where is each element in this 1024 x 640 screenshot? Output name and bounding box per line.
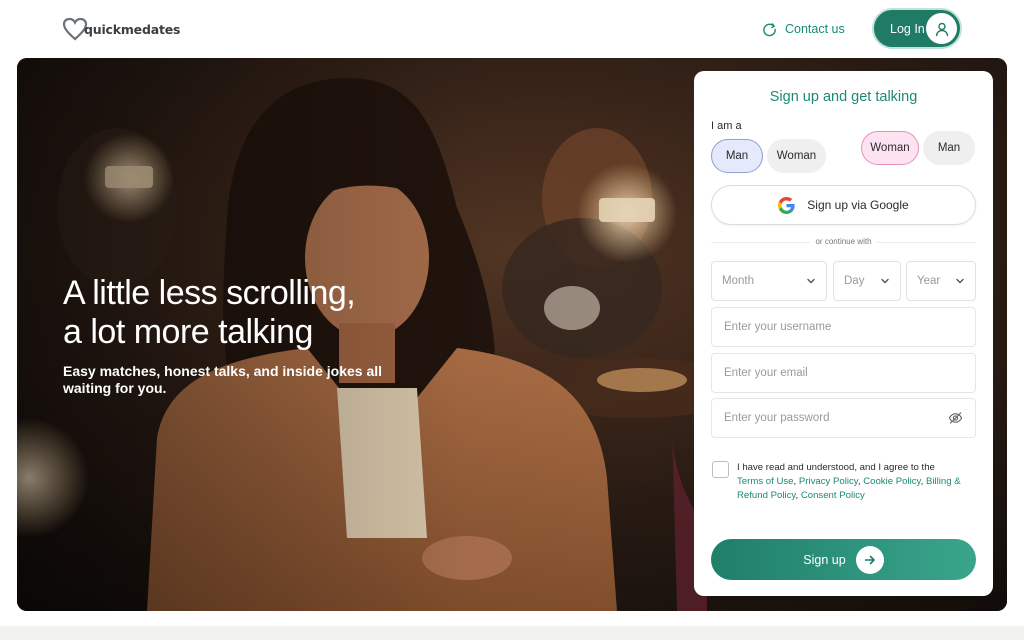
signup-button[interactable]: Sign up: [711, 539, 976, 580]
terms-checkbox[interactable]: [712, 461, 729, 478]
password-input[interactable]: [724, 412, 948, 424]
birth-month-select[interactable]: Month: [711, 261, 827, 301]
gender-self-woman[interactable]: Woman: [767, 139, 826, 173]
site-header: quickmedates Contact us Log In: [0, 0, 1024, 58]
terms-text: I have read and understood, and I agree …: [737, 462, 961, 501]
hero-title-line1: A little less scrolling,: [63, 274, 356, 312]
password-field[interactable]: [711, 398, 976, 438]
birth-year-placeholder: Year: [917, 275, 941, 287]
iam-label: I am a: [711, 120, 742, 132]
gender-seek-man[interactable]: Man: [923, 131, 975, 165]
terms-of-use-link[interactable]: Terms of Use: [737, 476, 794, 487]
arrow-right-icon: [855, 545, 884, 574]
gender-self-man[interactable]: Man: [711, 139, 763, 173]
birth-year-select[interactable]: Year: [906, 261, 976, 301]
birth-day-select[interactable]: Day: [833, 261, 901, 301]
hero-subtitle: Easy matches, honest talks, and inside j…: [63, 363, 383, 396]
google-signup-label: Sign up via Google: [807, 198, 909, 212]
username-input[interactable]: [724, 321, 963, 333]
chevron-down-icon: [956, 278, 964, 284]
user-icon: [926, 13, 957, 44]
consent-policy-link[interactable]: Consent Policy: [801, 490, 865, 501]
email-field[interactable]: [711, 353, 976, 393]
divider-text: or continue with: [694, 237, 993, 246]
cookie-policy-link[interactable]: Cookie Policy: [863, 476, 920, 487]
signup-card: Sign up and get talking I am a Man Woman…: [694, 71, 993, 596]
eye-off-icon[interactable]: [948, 410, 963, 426]
chevron-down-icon: [807, 278, 815, 284]
privacy-policy-link[interactable]: Privacy Policy: [799, 476, 858, 487]
chat-refresh-icon: [763, 22, 776, 36]
terms-prefix: I have read and understood, and I agree …: [737, 462, 935, 473]
contact-us-label: Contact us: [785, 22, 845, 36]
birth-day-placeholder: Day: [844, 275, 865, 287]
login-label: Log In: [890, 21, 925, 36]
username-field[interactable]: [711, 307, 976, 347]
google-icon: [778, 196, 795, 214]
hero-title-line2: a lot more talking: [63, 313, 313, 351]
logo[interactable]: quickmedates: [62, 16, 180, 42]
contact-us-link[interactable]: Contact us: [762, 19, 845, 39]
hero-title: A little less scrolling, a lot more talk…: [63, 274, 356, 352]
birth-month-placeholder: Month: [722, 275, 754, 287]
footer-strip: [0, 626, 1024, 640]
gender-seek-woman[interactable]: Woman: [861, 131, 919, 165]
email-input[interactable]: [724, 367, 963, 379]
signup-title: Sign up and get talking: [769, 89, 918, 105]
login-button[interactable]: Log In: [872, 8, 962, 49]
google-signup-button[interactable]: Sign up via Google: [711, 185, 976, 225]
signup-label: Sign up: [803, 552, 846, 567]
logo-text: quickmedates: [84, 21, 181, 37]
chevron-down-icon: [881, 278, 889, 284]
